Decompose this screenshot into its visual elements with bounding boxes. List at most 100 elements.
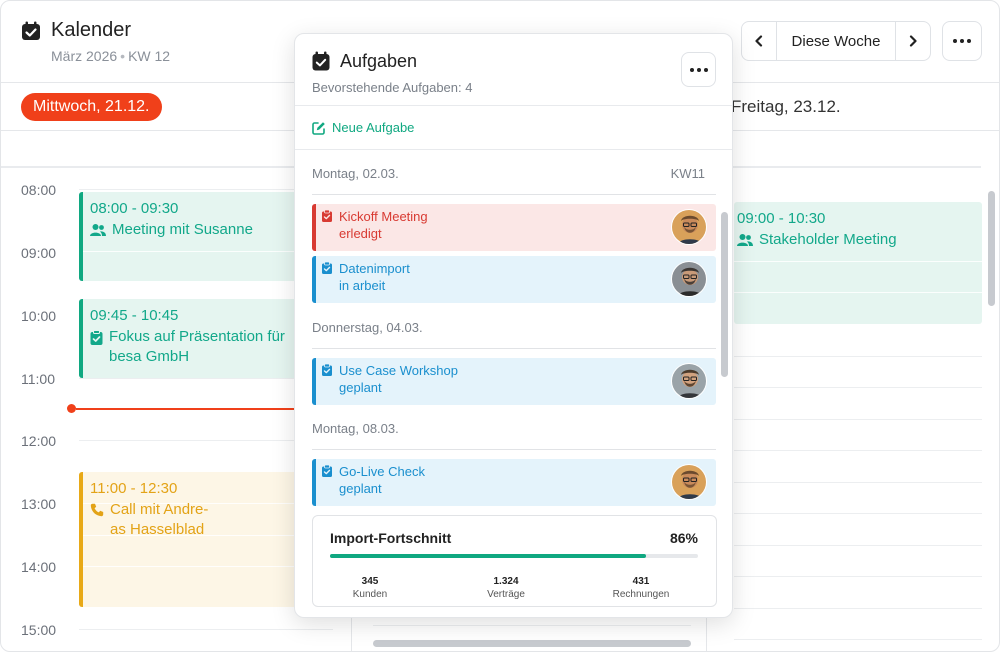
task-kickoff-meeting[interactable]: Kickoff Meeting erledigt [312,204,716,251]
calendar-check-icon [22,21,40,40]
divider [295,149,732,150]
assignee-avatar[interactable] [671,363,707,399]
panel-more-button[interactable] [681,52,716,87]
task-color-bar [312,459,316,506]
event-color-bar [79,299,83,378]
month-label: März 2026 [51,48,118,64]
task-use-case-workshop[interactable]: Use Case Workshop geplant [312,358,716,405]
panel-subtitle: Bevorstehende Aufgaben: 4 [312,80,473,95]
stat-label: Kunden [352,589,388,600]
panel-title: Aufgaben [340,51,418,71]
time-label: 11:00 [21,371,55,387]
event-call-hasselblad[interactable]: 11:00 - 12:30 Call mit Andre-as Hasselbl… [79,472,301,607]
task-status: geplant [339,380,382,395]
slot-line [734,292,982,293]
time-slot [734,450,982,451]
time-label: 09:00 [21,245,57,261]
task-go-live-check[interactable]: Go-Live Check geplant [312,459,716,506]
slot-line [83,566,301,567]
day-header-wednesday[interactable]: Mittwoch, 21.12. [21,93,162,121]
clipboard-check-icon [322,465,332,477]
week-label: KW 12 [128,48,171,64]
stat-vertraege: 1.324 Verträge [461,576,551,600]
stat-value: 431 [632,576,650,587]
time-slot [734,545,982,546]
users-icon [737,234,753,246]
calendar-check-icon [312,51,330,71]
event-time: 09:45 - 10:45 [90,307,179,324]
task-color-bar [312,358,316,405]
stat-label: Verträge [487,589,525,600]
task-name: Use Case Workshop [339,363,458,378]
section-divider [312,348,716,349]
more-horizontal-icon [689,67,708,72]
vertical-scrollbar[interactable] [988,191,995,306]
time-slot [373,625,691,626]
task-color-bar [312,204,316,251]
time-label: 10:00 [21,308,57,324]
calendar-more-button[interactable] [942,21,982,61]
stat-label: Rechnungen [612,589,670,600]
day-header-friday[interactable]: Freitag, 23.12. [731,97,841,117]
event-title: Call mit Andre-as Hasselblad [110,501,209,538]
progress-percent: 86% [669,530,698,546]
event-time: 09:00 - 10:30 [737,210,826,227]
time-slot [734,419,982,420]
time-label: 12:00 [21,433,57,449]
phone-icon [90,503,104,517]
new-task-label: Neue Aufgabe [332,120,415,135]
panel-scrollbar[interactable] [721,212,728,377]
assignee-avatar[interactable] [671,209,707,245]
progress-track [330,554,698,558]
stat-value: 345 [361,576,379,587]
event-time: 08:00 - 09:30 [90,200,179,217]
section-divider [312,449,716,450]
slot-line [734,261,982,262]
time-label: 14:00 [21,559,57,575]
task-datenimport[interactable]: Datenimport in arbeit [312,256,716,303]
task-status: in arbeit [339,278,386,293]
new-task-button[interactable]: Neue Aufgabe [312,120,414,135]
chevron-left-icon [755,35,763,47]
current-time-line [76,408,301,410]
section-date: Montag, 08.03. [312,421,399,436]
time-label: 08:00 [21,182,57,198]
time-slot [734,482,982,483]
this-week-button[interactable]: Diese Woche [777,22,895,60]
section-week: KW11 [670,166,705,181]
progress-fill [330,554,647,558]
time-slot [734,513,982,514]
time-slot [79,629,333,630]
prev-week-button[interactable] [742,22,777,60]
task-name: Kickoff Meeting [339,209,428,224]
stat-value: 1.324 [493,576,519,587]
clipboard-check-icon [322,364,332,376]
edit-icon [312,121,325,135]
horizontal-scrollbar[interactable] [373,640,691,647]
clipboard-check-icon [90,330,103,345]
event-fokus-praesentation[interactable]: 09:45 - 10:45 Fokus auf Präsentation für… [79,299,301,378]
event-stakeholder-meeting[interactable]: 09:00 - 10:30 Stakeholder Meeting [734,202,982,324]
event-title-row: Stakeholder Meeting [737,230,897,250]
assignee-avatar[interactable] [671,261,707,297]
task-name: Go-Live Check [339,464,425,479]
stat-kunden: 345 Kunden [325,576,415,600]
clipboard-check-icon [322,210,332,222]
time-slot [734,608,982,609]
stat-rechnungen: 431 Rechnungen [596,576,686,600]
users-icon [90,224,106,236]
time-slot [734,576,982,577]
section-divider [312,194,716,195]
time-label: 13:00 [21,496,57,512]
event-title-row: Meeting mit Susanne [90,220,253,240]
next-week-button[interactable] [895,22,930,60]
task-name: Datenimport [339,261,410,276]
event-color-bar [79,472,83,607]
section-date: Donnerstag, 04.03. [312,320,423,335]
time-slot [734,639,982,640]
event-title: Stakeholder Meeting [759,231,897,248]
event-title-row: Fokus auf Präsentation für besa GmbH [90,327,285,367]
assignee-avatar[interactable] [671,464,707,500]
event-meeting-susanne[interactable]: 08:00 - 09:30 Meeting mit Susanne [79,192,301,281]
calendar-period: März 2026 • KW 12 [51,48,171,64]
